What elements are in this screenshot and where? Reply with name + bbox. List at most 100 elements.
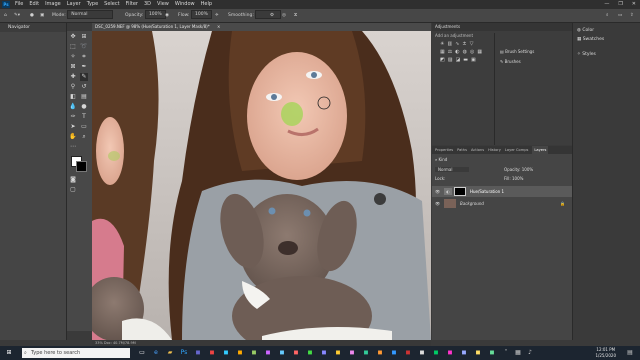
symmetry-icon[interactable]: ⧖ [294,9,297,22]
history-brush-tool-icon[interactable]: ↺ [80,83,88,91]
lasso-tool-icon[interactable]: ➰ [80,43,88,51]
taskbar-clock[interactable]: 12:01 PM 1/25/2020 [595,347,616,359]
path-select-tool-icon[interactable]: ➤ [69,123,77,131]
app-icon[interactable]: ◼ [194,349,202,357]
invert-adjustment-icon[interactable]: ◩ [440,57,448,63]
menu-file[interactable]: File [15,0,23,9]
network-icon[interactable]: ▦ [514,349,522,357]
home-icon[interactable]: ⌂ [4,9,7,22]
artboard-tool-icon[interactable]: ⊞ [80,33,88,41]
layer-opacity[interactable]: Opacity: 100% [504,167,533,172]
menu-filter[interactable]: Filter [126,0,138,9]
vibrance-adjustment-icon[interactable]: ▽ [470,41,477,47]
exposure-adjustment-icon[interactable]: ± [462,41,469,47]
tab-layers[interactable]: Layers [532,146,549,154]
app-icon[interactable]: ◼ [278,349,286,357]
app-icon[interactable]: ◼ [348,349,356,357]
document-canvas[interactable] [92,31,431,340]
app-icon[interactable]: ◼ [362,349,370,357]
hand-tool-icon[interactable]: ✋ [69,133,77,141]
blend-mode-select[interactable]: Normal [435,167,469,172]
brush-panel-icon[interactable]: ▣ [40,9,44,22]
healing-tool-icon[interactable]: ✚ [69,73,77,81]
selective-color-adjustment-icon[interactable]: ▣ [471,57,479,63]
hue-sat-adjustment-icon[interactable]: ▦ [440,49,448,55]
restore-icon[interactable]: ❐ [618,0,622,9]
windows-start-icon[interactable]: ⊞ [5,349,13,357]
app-icon[interactable]: ◼ [376,349,384,357]
gradient-map-adjustment-icon[interactable]: ▬ [463,57,471,63]
action-center-icon[interactable]: ▤ [626,349,634,357]
brush-size-icon[interactable]: ● [30,9,34,22]
document-tab[interactable]: DSC_0259.NEF @ 98% (Hue/Saturation 1, La… [92,23,431,31]
photo-filter-adjustment-icon[interactable]: ◍ [463,49,470,55]
kind-filter[interactable]: ⌕ Kind [435,157,447,162]
quick-mask-icon[interactable]: ◙ [69,176,77,184]
taskbar-search-input[interactable]: ⌕ Type here to search [22,348,130,358]
blur-tool-icon[interactable]: 💧 [69,103,77,111]
menu-3d[interactable]: 3D [144,0,151,9]
close-tab-icon[interactable]: × [217,24,220,29]
app-icon[interactable]: ◼ [404,349,412,357]
menu-select[interactable]: Select [104,0,119,9]
layer-fill[interactable]: Fill: 100% [504,176,523,181]
gradient-tool-icon[interactable]: ▤ [80,93,88,101]
app-icon[interactable]: ◼ [306,349,314,357]
frame-tool-icon[interactable]: ⊠ [69,63,77,71]
share-icon[interactable]: ⇪ [630,9,634,22]
marquee-tool-icon[interactable]: ⬚ [69,43,77,51]
smoothing-settings-icon[interactable]: ⚙ [270,9,274,22]
app-icon[interactable]: ◼ [292,349,300,357]
layer-mask-thumbnail[interactable] [454,187,466,196]
type-tool-icon[interactable]: T [80,113,88,121]
eraser-tool-icon[interactable]: ◧ [69,93,77,101]
tab-history[interactable]: History [488,146,501,154]
adjustments-header[interactable]: Adjustments [432,23,572,31]
brush-settings-item[interactable]: ▤ Brush Settings [500,49,534,54]
app-icon[interactable]: ◼ [334,349,342,357]
menu-layer[interactable]: Layer [67,0,81,9]
styles-panel-item[interactable]: ✧ Styles [577,52,596,57]
menu-help[interactable]: Help [201,0,212,9]
quick-select-tool-icon[interactable]: ✧ [69,53,77,61]
file-explorer-icon[interactable]: ▰ [166,349,174,357]
airbrush-icon[interactable]: ✈ [215,9,219,22]
tab-paths[interactable]: Paths [457,146,467,154]
flow-field[interactable]: 100% [190,10,212,19]
app-icon[interactable]: ◼ [264,349,272,357]
shape-tool-icon[interactable]: ▭ [80,123,88,131]
menu-edit[interactable]: Edit [29,0,39,9]
tab-properties[interactable]: Properties [435,146,453,154]
task-view-icon[interactable]: ▭ [138,349,146,357]
minimize-icon[interactable]: — [604,0,609,9]
layer-row[interactable]: 👁 Background 🔒 [432,198,572,209]
brush-preset-icon[interactable]: ✎▾ [14,9,20,22]
pressure-size-icon[interactable]: ◎ [282,9,286,22]
brush-tool-icon[interactable]: ✎ [80,73,88,81]
more-tools-icon[interactable]: ⋯ [69,143,77,151]
app-icon[interactable]: ◼ [460,349,468,357]
app-icon[interactable]: ◼ [236,349,244,357]
volume-icon[interactable]: ♪ [526,349,534,357]
close-icon[interactable]: ✕ [632,0,636,9]
app-icon[interactable]: ◼ [474,349,482,357]
photoshop-taskbar-icon[interactable]: Ps [180,349,188,357]
app-icon[interactable]: ◼ [390,349,398,357]
menu-image[interactable]: Image [45,0,61,9]
notification-chevron-icon[interactable]: ˄ [502,349,510,357]
eyedropper-tool-icon[interactable]: ✒ [80,63,88,71]
visibility-eye-icon[interactable]: 👁 [435,201,440,206]
tab-actions[interactable]: Actions [471,146,484,154]
screen-mode-icon[interactable]: ▢ [69,186,77,194]
opacity-field[interactable]: 100% [144,10,166,19]
swatches-panel-item[interactable]: ▦ Swatches [577,37,604,42]
app-icon[interactable]: ◼ [488,349,496,357]
dodge-tool-icon[interactable]: ● [80,103,88,111]
layer-name[interactable]: Hue/Saturation 1 [470,189,504,194]
layer-name[interactable]: Background [460,201,484,206]
bw-adjustment-icon[interactable]: ◐ [455,49,462,55]
color-panel-item[interactable]: ◍ Color [577,28,594,33]
move-tool-icon[interactable]: ✥ [69,33,77,41]
pressure-opacity-icon[interactable]: ◉ [165,9,169,22]
layer-row[interactable]: 👁 ◐ Hue/Saturation 1 [432,186,572,197]
